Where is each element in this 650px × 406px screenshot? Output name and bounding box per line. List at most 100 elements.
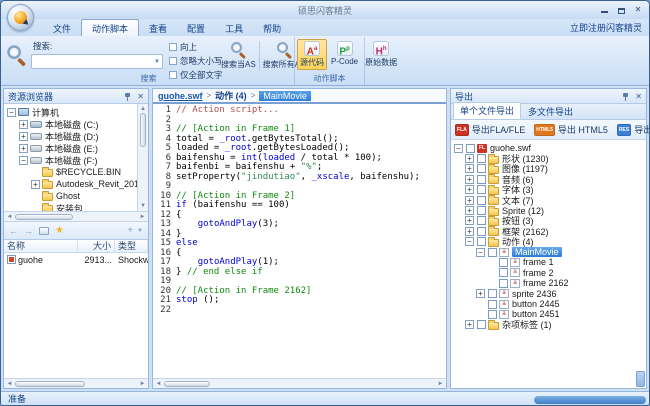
register-link[interactable]: 立即注册闪客精灵 [570, 21, 642, 34]
folder-tree-vertical-scrollbar[interactable]: ▲ ▼ [137, 104, 148, 211]
menu-tab-0[interactable]: 文件 [43, 20, 81, 36]
checkbox-icon[interactable] [477, 206, 486, 216]
checkbox-icon[interactable] [499, 278, 508, 288]
breadcrumb-item-0[interactable]: guohe.swf [158, 91, 203, 101]
breadcrumb-item-1[interactable]: 动作 (4) [215, 89, 247, 102]
scroll-left-icon[interactable]: ◄ [154, 380, 163, 388]
expand-icon[interactable]: + [465, 154, 474, 164]
menu-tab-5[interactable]: 帮助 [253, 20, 291, 36]
menu-tab-1[interactable]: 动作脚本 [81, 19, 140, 36]
panel-resize-grip[interactable] [636, 371, 645, 387]
window-resize-corner[interactable] [534, 396, 646, 404]
menu-tab-4[interactable]: 工具 [215, 20, 253, 36]
file-list-horizontal-scrollbar[interactable]: ◄ ► [4, 378, 148, 388]
scroll-thumb[interactable] [140, 113, 146, 147]
tree-item[interactable]: a button 2445 [451, 299, 646, 309]
search-option-1[interactable]: 忽略大小写 [169, 55, 223, 67]
expand-icon[interactable]: + [465, 320, 474, 330]
tree-item[interactable]: + 框架 (2162) [451, 226, 646, 237]
tree-item[interactable]: − 计算机 [4, 106, 137, 118]
scroll-thumb[interactable] [15, 213, 73, 220]
export-button-1[interactable]: HTML5 导出 HTML5 [534, 123, 608, 136]
view-mode-button-0[interactable]: Aa 源代码 [297, 39, 327, 70]
tree-item[interactable]: + 音频 (6) [451, 174, 646, 185]
expand-icon[interactable]: + [31, 179, 40, 189]
view-mode-button-1[interactable]: Pp P-Code [328, 39, 361, 70]
favorites-star-icon[interactable]: ★ [55, 225, 64, 236]
tree-item[interactable]: + a sprite 2436 [451, 288, 646, 299]
collapse-icon[interactable]: − [465, 237, 474, 247]
checkbox-icon[interactable] [477, 320, 486, 330]
checkbox-icon[interactable] [488, 299, 497, 309]
tree-item[interactable]: + Sprite (12) [451, 205, 646, 216]
menu-tab-3[interactable]: 配置 [177, 20, 215, 36]
scroll-down-icon[interactable]: ▼ [139, 202, 148, 210]
scroll-right-icon[interactable]: ► [138, 213, 147, 221]
forward-icon[interactable]: → [24, 226, 33, 236]
checkbox-icon[interactable] [466, 143, 475, 153]
tree-item[interactable]: + 字体 (3) [451, 184, 646, 195]
expand-icon[interactable]: + [465, 164, 474, 174]
checkbox-icon[interactable] [477, 216, 486, 226]
back-icon[interactable]: ← [9, 226, 18, 236]
chevron-down-icon[interactable]: ▼ [137, 228, 143, 234]
tree-item[interactable]: + 本地磁盘 (D:) [4, 130, 137, 142]
expand-icon[interactable]: + [465, 185, 474, 195]
tree-item[interactable]: − 本地磁盘 (F:) [4, 154, 137, 166]
search-input[interactable]: ▼ [31, 54, 163, 69]
export-button-0[interactable]: FLA 导出FLA/FLE [455, 123, 525, 136]
scroll-thumb[interactable] [15, 380, 85, 387]
tree-item[interactable]: + 文本 (7) [451, 195, 646, 206]
tree-item[interactable]: − 动作 (4) [451, 236, 646, 247]
tree-item[interactable]: + 杂项标签 (1) [451, 319, 646, 330]
checkbox-icon[interactable] [477, 226, 486, 236]
breadcrumb-item-2[interactable]: MainMovie [259, 90, 311, 101]
checkbox-icon[interactable] [488, 289, 497, 299]
checkbox-icon[interactable] [488, 309, 497, 319]
collapse-icon[interactable]: − [454, 143, 463, 153]
folder-tree-horizontal-scrollbar[interactable]: ◄ ► [4, 211, 148, 221]
checkbox-icon[interactable] [477, 237, 486, 247]
app-orb-button[interactable] [7, 4, 34, 31]
column-header-0[interactable]: 名称 [4, 240, 78, 252]
scroll-left-icon[interactable]: ◄ [5, 213, 14, 221]
expand-icon[interactable]: + [465, 216, 474, 226]
expand-icon[interactable]: + [19, 131, 28, 141]
tree-item[interactable]: + 本地磁盘 (C:) [4, 118, 137, 130]
search-option-0[interactable]: 向上 [169, 41, 223, 53]
code-horizontal-scrollbar[interactable]: ◄ ► [153, 378, 446, 388]
file-row[interactable]: guohe 2913... Shockwave F [4, 253, 148, 266]
expand-icon[interactable]: + [465, 174, 474, 184]
view-mode-button-2[interactable]: Hh 原始数据 [362, 39, 400, 70]
search-as-button-0[interactable]: 搜索当AS [219, 40, 258, 71]
expand-icon[interactable]: + [19, 119, 28, 129]
expand-icon[interactable]: + [476, 289, 485, 299]
close-button[interactable]: ✕ [633, 5, 643, 14]
checkbox-icon[interactable] [477, 154, 486, 164]
export-tab-0[interactable]: 单个文件导出 [453, 102, 522, 119]
minimize-button[interactable] [599, 5, 609, 14]
checkbox-icon[interactable] [477, 174, 486, 184]
tree-item[interactable]: a frame 1 [451, 257, 646, 267]
tree-item[interactable]: 安装包 [4, 202, 137, 211]
tree-item[interactable]: a frame 2162 [451, 278, 646, 288]
checkbox-icon[interactable] [477, 185, 486, 195]
column-header-2[interactable]: 类型 [115, 240, 148, 252]
maximize-button[interactable] [616, 5, 626, 14]
tree-item[interactable]: + 图像 (1197) [451, 163, 646, 174]
close-panel-icon[interactable]: ✕ [635, 92, 642, 101]
scroll-up-icon[interactable]: ▲ [139, 105, 148, 113]
pin-icon[interactable] [622, 92, 630, 101]
export-button-2[interactable]: RES导出资源 [616, 123, 649, 136]
scroll-left-icon[interactable]: ◄ [5, 380, 14, 388]
checkbox-icon[interactable] [169, 43, 177, 51]
expand-icon[interactable]: + [465, 195, 474, 205]
tree-item[interactable]: + 形状 (1230) [451, 153, 646, 164]
add-icon[interactable]: + [127, 225, 133, 236]
tree-item[interactable]: − a MainMovie [451, 247, 646, 258]
scroll-right-icon[interactable]: ► [436, 380, 445, 388]
tree-item[interactable]: + Autodesk_Revit_2016_E [4, 178, 137, 190]
checkbox-icon[interactable] [499, 268, 508, 278]
export-tab-1[interactable]: 多文件导出 [522, 104, 579, 119]
expand-icon[interactable]: + [19, 143, 28, 153]
